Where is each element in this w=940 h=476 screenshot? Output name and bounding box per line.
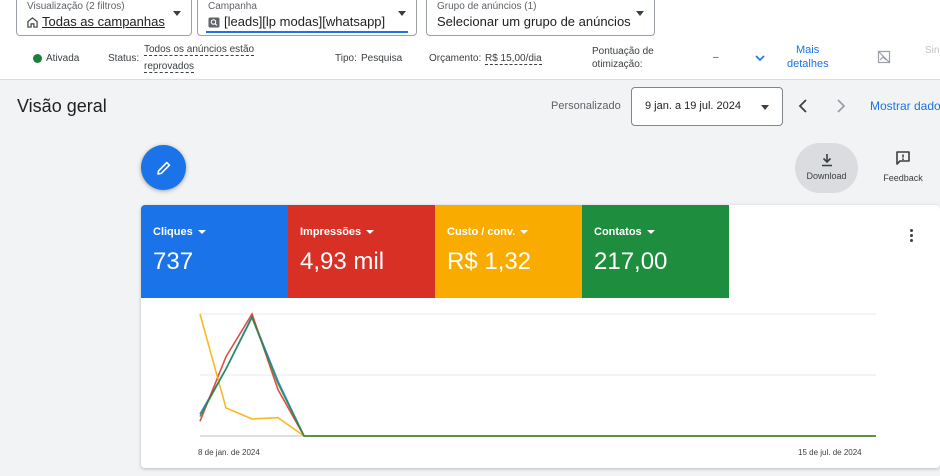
- view-selector[interactable]: Visualização (2 filtros) Todas as campan…: [16, 0, 192, 36]
- campaign-selector[interactable]: Campanha [leads][lp modas][whatsapp]: [197, 0, 417, 36]
- image-off-icon[interactable]: [877, 50, 891, 64]
- view-selector-value: Todas as campanhas: [42, 14, 165, 29]
- feedback-button[interactable]: Feedback: [878, 150, 928, 183]
- chevron-down-icon: [398, 11, 406, 16]
- type-value: Pesquisa: [361, 53, 403, 64]
- chevron-down-icon: [761, 105, 769, 110]
- more-details-line2[interactable]: detalhes: [787, 58, 829, 70]
- active-indicator: [206, 31, 408, 33]
- performance-card: Cliques 737 Impressões 4,93 mil Custo / …: [141, 205, 940, 468]
- campaign-state: Ativada: [46, 53, 80, 64]
- x-axis-start-label: 8 de jan. de 2024: [198, 448, 260, 457]
- metric-label: Impressões: [300, 226, 362, 238]
- show-data-link[interactable]: Mostrar dado: [870, 99, 940, 113]
- download-label: Download: [806, 171, 847, 181]
- chevron-down-icon: [173, 11, 181, 16]
- metric-tile-clicks[interactable]: Cliques 737: [141, 205, 288, 298]
- caret-down-icon[interactable]: [646, 230, 655, 234]
- status-label: Status:: [108, 53, 140, 64]
- type-label: Tipo:: [335, 53, 357, 64]
- caret-down-icon[interactable]: [197, 230, 206, 234]
- adgroup-selector-label: Grupo de anúncios (1): [437, 1, 537, 12]
- page-title: Visão geral: [17, 96, 107, 116]
- metric-label: Cliques: [153, 226, 193, 238]
- date-range-picker[interactable]: 9 jan. a 19 jul. 2024: [631, 87, 783, 126]
- metric-value: R$ 1,32: [447, 248, 532, 275]
- feedback-icon: [896, 151, 910, 165]
- metric-tile-impressions[interactable]: Impressões 4,93 mil: [288, 205, 435, 298]
- date-range-value: 9 jan. a 19 jul. 2024: [645, 100, 742, 112]
- adgroup-selector-value: Selecionar um grupo de anúncios: [437, 14, 631, 29]
- metric-value: 4,93 mil: [300, 248, 385, 275]
- metric-value: 737: [153, 248, 194, 275]
- adgroup-selector[interactable]: Grupo de anúncios (1) Selecionar um grup…: [426, 0, 655, 36]
- caret-down-icon[interactable]: [520, 230, 529, 234]
- campaign-selector-value: [leads][lp modas][whatsapp]: [224, 14, 386, 29]
- performance-chart: 8 de jan. de 2024 15 de jul. de 2024: [141, 298, 940, 468]
- metric-value: 217,00: [594, 248, 668, 275]
- filter-bar: Visualização (2 filtros) Todas as campan…: [0, 0, 940, 40]
- budget-value[interactable]: R$ 15,00/dia: [485, 53, 542, 65]
- more-options-icon[interactable]: [910, 229, 914, 244]
- home-icon: [27, 16, 38, 28]
- previous-period-icon[interactable]: [797, 98, 809, 114]
- budget-label: Orçamento:: [429, 53, 482, 64]
- optimization-score-value: –: [713, 52, 719, 63]
- metric-tile-cost-per-conv[interactable]: Custo / conv. R$ 1,32: [435, 205, 582, 298]
- metric-tile-contacts[interactable]: Contatos 217,00: [582, 205, 729, 298]
- search-campaign-icon: [208, 17, 220, 27]
- status-value-line2[interactable]: reprovados: [144, 61, 195, 73]
- pencil-icon: [156, 161, 170, 175]
- download-button[interactable]: Download: [795, 143, 858, 193]
- metric-label: Custo / conv.: [447, 226, 516, 238]
- more-details-line1[interactable]: Mais: [796, 44, 819, 56]
- campaign-status-row: Ativada Status: Todos os anúncios estão …: [0, 40, 940, 80]
- optimization-score-label-line1: Pontuação de: [592, 46, 654, 57]
- metric-label: Contatos: [594, 226, 642, 238]
- series-line-cliques[interactable]: [199, 314, 876, 437]
- campaign-selector-label: Campanha: [208, 1, 257, 12]
- truncated-column-label: Sin: [925, 45, 940, 56]
- view-selector-label: Visualização (2 filtros): [27, 1, 125, 12]
- chevron-down-icon: [636, 11, 644, 16]
- date-range-type: Personalizado: [551, 100, 621, 112]
- download-icon: [821, 154, 832, 167]
- x-axis-end-label: 15 de jul. de 2024: [798, 448, 862, 457]
- edit-button[interactable]: [141, 145, 186, 190]
- chevron-down-icon[interactable]: [754, 53, 766, 63]
- caret-down-icon[interactable]: [366, 230, 375, 234]
- enabled-status-icon: [33, 54, 42, 63]
- status-value-line1[interactable]: Todos os anúncios estão: [144, 44, 255, 56]
- line-chart: [199, 312, 876, 437]
- next-period-icon[interactable]: [835, 98, 847, 114]
- optimization-score-label-line2: otimização:: [592, 59, 643, 70]
- feedback-label: Feedback: [883, 173, 923, 183]
- series-line-contatos[interactable]: [199, 315, 876, 437]
